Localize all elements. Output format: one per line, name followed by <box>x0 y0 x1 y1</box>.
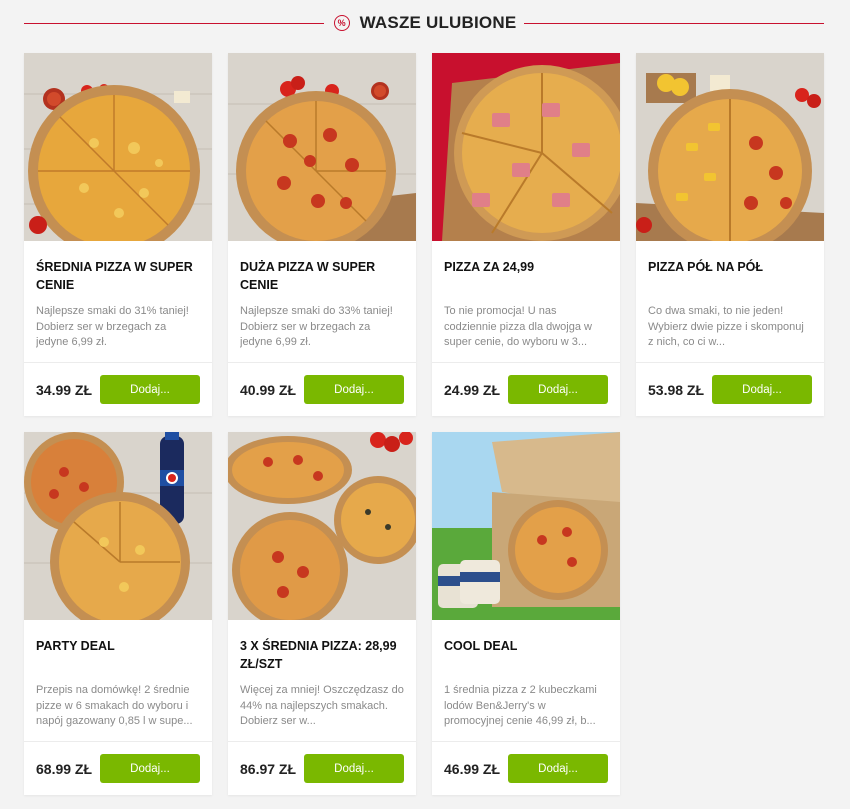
add-button[interactable]: Dodaj... <box>100 375 200 404</box>
card-divider <box>432 362 620 363</box>
product-description: Przepis na domówkę! 2 średnie pizze w 6 … <box>36 684 193 727</box>
add-button[interactable]: Dodaj... <box>712 375 812 404</box>
add-button[interactable]: Dodaj... <box>508 375 608 404</box>
product-name: 3 X ŚREDNIA PIZZA: 28,99 ZŁ/SZT <box>240 639 397 671</box>
product-description: Najlepsze smaki do 31% taniej! Dobierz s… <box>36 305 189 348</box>
section-title: WASZE ULUBIONE <box>359 13 517 32</box>
product-image[interactable] <box>228 53 416 241</box>
product-card[interactable]: PIZZA PÓŁ NA PÓŁ Co dwa smaki, to nie je… <box>636 53 824 416</box>
product-price: 86.97 ZŁ <box>240 761 297 777</box>
product-card[interactable]: 3 X ŚREDNIA PIZZA: 28,99 ZŁ/SZT Więcej z… <box>228 432 416 795</box>
section-header: % WASZE ULUBIONE <box>24 8 824 38</box>
card-divider <box>228 741 416 742</box>
product-name: PARTY DEAL <box>36 639 115 653</box>
product-name: DUŻA PIZZA W SUPER CENIE <box>240 260 376 292</box>
product-name: ŚREDNIA PIZZA W SUPER CENIE <box>36 260 193 292</box>
product-image[interactable] <box>432 432 620 620</box>
product-card[interactable]: DUŻA PIZZA W SUPER CENIE Najlepsze smaki… <box>228 53 416 416</box>
product-price: 24.99 ZŁ <box>444 382 501 398</box>
product-card[interactable]: PIZZA ZA 24,99 To nie promocja! U nas co… <box>432 53 620 416</box>
percent-badge-icon: % <box>333 15 350 31</box>
product-card[interactable]: PARTY DEAL Przepis na domówkę! 2 średnie… <box>24 432 212 795</box>
header-divider-right <box>524 22 824 24</box>
card-divider <box>228 362 416 363</box>
product-name: COOL DEAL <box>444 639 518 653</box>
card-divider <box>432 741 620 742</box>
card-divider <box>24 362 212 363</box>
product-image[interactable] <box>432 53 620 241</box>
product-price: 68.99 ZŁ <box>36 761 93 777</box>
product-image[interactable] <box>636 53 824 241</box>
product-description: Najlepsze smaki do 33% taniej! Dobierz s… <box>240 305 393 348</box>
product-description: To nie promocja! U nas codziennie pizza … <box>444 305 592 348</box>
add-button[interactable]: Dodaj... <box>508 754 608 783</box>
product-card[interactable]: COOL DEAL 1 średnia pizza z 2 kubeczkami… <box>432 432 620 795</box>
product-description: Co dwa smaki, to nie jeden! Wybierz dwie… <box>648 305 804 348</box>
add-button[interactable]: Dodaj... <box>304 375 404 404</box>
card-divider <box>24 741 212 742</box>
product-image[interactable] <box>24 432 212 620</box>
product-card[interactable]: ŚREDNIA PIZZA W SUPER CENIE Najlepsze sm… <box>24 53 212 416</box>
product-name: PIZZA PÓŁ NA PÓŁ <box>648 260 764 274</box>
header-divider-left <box>24 22 324 24</box>
product-description: Więcej za mniej! Oszczędzasz do 44% na n… <box>240 684 404 727</box>
product-price: 40.99 ZŁ <box>240 382 297 398</box>
card-divider <box>636 362 824 363</box>
add-button[interactable]: Dodaj... <box>304 754 404 783</box>
product-price: 53.98 ZŁ <box>648 382 705 398</box>
product-price: 46.99 ZŁ <box>444 761 501 777</box>
add-button[interactable]: Dodaj... <box>100 754 200 783</box>
product-image[interactable] <box>228 432 416 620</box>
product-name: PIZZA ZA 24,99 <box>444 260 535 274</box>
product-description: 1 średnia pizza z 2 kubeczkami lodów Ben… <box>444 684 597 727</box>
product-price: 34.99 ZŁ <box>36 382 93 398</box>
product-image[interactable] <box>24 53 212 241</box>
